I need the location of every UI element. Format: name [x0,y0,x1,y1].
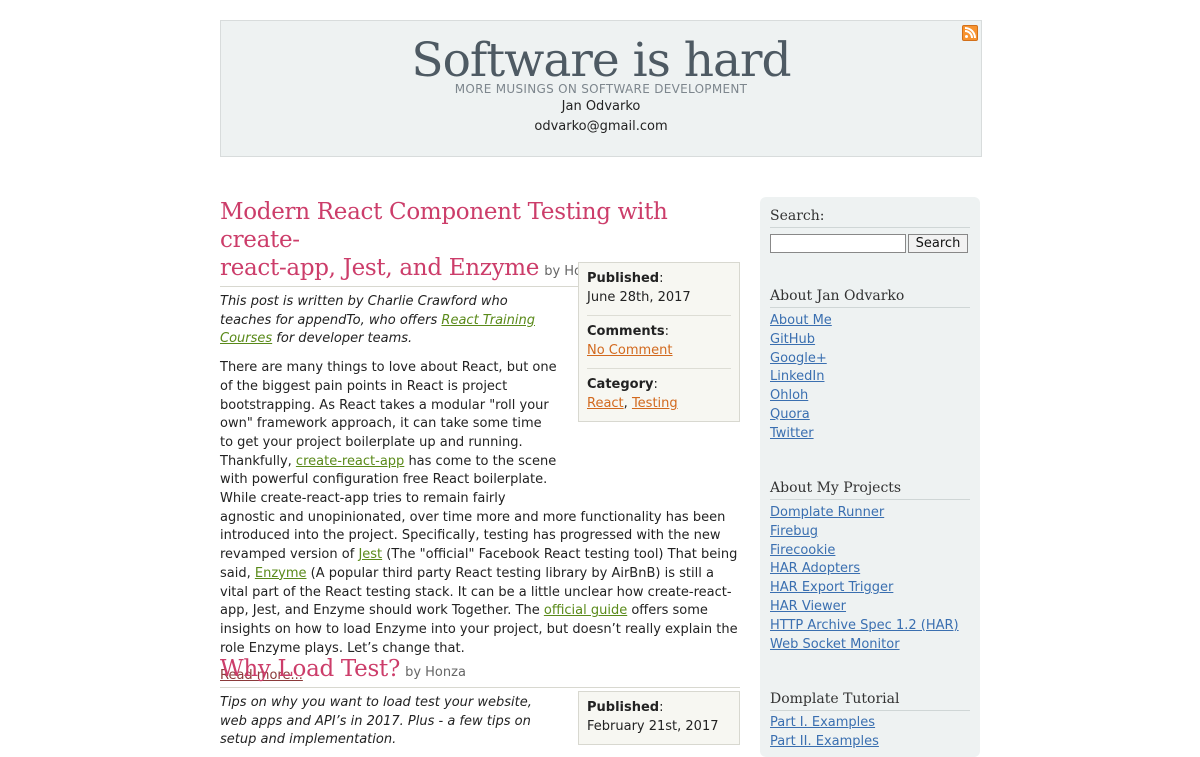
post-byline: by Honza [405,665,466,680]
site-header: Software is hard MORE MUSINGS ON SOFTWAR… [220,20,982,157]
meta-published: Published: June 28th, 2017 [587,263,731,316]
post-title-header: Why Load Test? by Honza [220,655,740,688]
create-react-app-link[interactable]: create-react-app [296,454,404,469]
post-intro: This post is written by Charlie Crawford… [220,294,535,347]
published-date: June 28th, 2017 [587,290,691,305]
firebug-link[interactable]: Firebug [770,524,818,539]
projects-links-list: Domplate Runner Firebug Firecookie HAR A… [770,504,959,654]
tutorial-links-list: Part I. Examples Part II. Examples [770,714,879,752]
list-item: GitHub [770,331,832,350]
published-date: February 21st, 2017 [587,719,719,734]
list-item: Twitter [770,425,832,444]
search-label: Search: [770,208,970,228]
jest-link[interactable]: Jest [358,547,382,562]
published-label: Published [587,700,660,715]
linkedin-link[interactable]: LinkedIn [770,369,824,384]
post-title-link[interactable]: Why Load Test? [220,656,400,682]
meta-category: Category: React, Testing [587,377,678,411]
list-item: HAR Adopters [770,560,959,579]
har-adopters-link[interactable]: HAR Adopters [770,561,860,576]
tutorial-part-2-link[interactable]: Part II. Examples [770,734,879,749]
search-input[interactable] [770,234,906,253]
post-title-line-1: Modern React Component Testing with crea… [220,199,668,253]
search-button[interactable]: Search [908,234,968,253]
list-item: Web Socket Monitor [770,636,959,655]
firecookie-link[interactable]: Firecookie [770,543,835,558]
domplate-runner-link[interactable]: Domplate Runner [770,505,884,520]
list-item: Part II. Examples [770,733,879,752]
enzyme-link[interactable]: Enzyme [255,566,307,581]
list-item: Ohloh [770,387,832,406]
post-author: Honza [425,665,466,680]
post-intro: Tips on why you want to load test your w… [220,695,532,748]
google-plus-link[interactable]: Google+ [770,351,827,366]
meta-comments: Comments: No Comment [587,316,731,369]
har-export-trigger-link[interactable]: HAR Export Trigger [770,580,893,595]
site-email: odvarko@gmail.com [534,119,668,134]
quora-link[interactable]: Quora [770,407,810,422]
post-article: Why Load Test? by Honza Published: Febru… [220,655,740,750]
about-me-link[interactable]: About Me [770,313,832,328]
meta-published: Published: February 21st, 2017 [587,692,731,744]
web-socket-monitor-link[interactable]: Web Socket Monitor [770,637,900,652]
projects-heading: About My Projects [770,480,970,500]
list-item: Firecookie [770,542,959,561]
post-title-line-2: react-app, Jest, and Enzyme [220,255,540,281]
list-item: About Me [770,312,832,331]
list-item: HTTP Archive Spec 1.2 (HAR) [770,617,959,636]
list-item: HAR Export Trigger [770,579,959,598]
comments-label: Comments [587,324,665,339]
list-item: LinkedIn [770,368,832,387]
sidebar: Search: Search About Jan Odvarko About M… [760,197,980,757]
twitter-link[interactable]: Twitter [770,426,814,441]
site-author: Jan Odvarko [561,99,641,114]
category-link-react[interactable]: React [587,396,624,411]
post-article: Modern React Component Testing with crea… [220,198,740,683]
rss-feed-icon[interactable] [962,25,978,41]
list-item: Domplate Runner [770,504,959,523]
list-item: HAR Viewer [770,598,959,617]
published-label: Published [587,271,660,286]
list-item: Part I. Examples [770,714,879,733]
post-meta-box: Published: June 28th, 2017 Comments: No … [578,262,740,422]
category-label: Category [587,377,654,392]
comments-link[interactable]: No Comment [587,343,673,358]
about-heading: About Jan Odvarko [770,288,970,308]
category-link-testing[interactable]: Testing [632,396,678,411]
list-item: Quora [770,406,832,425]
about-links-list: About Me GitHub Google+ LinkedIn Ohloh Q… [770,312,832,444]
github-link[interactable]: GitHub [770,332,815,347]
post-meta-box: Published: February 21st, 2017 [578,691,740,745]
list-item: Firebug [770,523,959,542]
site-title[interactable]: Software is hard [221,33,981,88]
har-viewer-link[interactable]: HAR Viewer [770,599,846,614]
tutorial-part-1-link[interactable]: Part I. Examples [770,715,875,730]
official-guide-link[interactable]: official guide [544,603,627,618]
list-item: Google+ [770,350,832,369]
site-tagline: MORE MUSINGS ON SOFTWARE DEVELOPMENT [454,82,748,96]
http-archive-spec-link[interactable]: HTTP Archive Spec 1.2 (HAR) [770,618,959,633]
ohloh-link[interactable]: Ohloh [770,388,808,403]
tutorial-heading: Domplate Tutorial [770,691,970,711]
